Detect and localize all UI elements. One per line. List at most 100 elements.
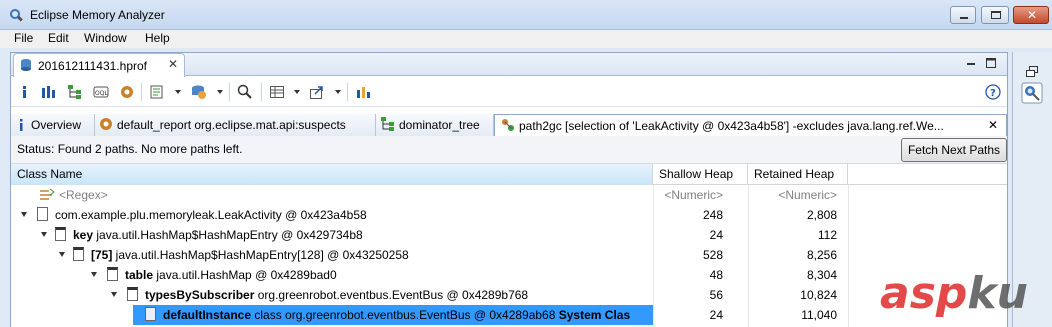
row-field-name: defaultInstance	[163, 308, 252, 322]
info-icon	[20, 119, 23, 131]
class-name-filter-input[interactable]: <Regex>	[59, 188, 108, 202]
heap-dump-editor: 201612111431.hprof ✕ OQL ? Overview defa…	[10, 52, 1008, 327]
editor-tab-strip: 201612111431.hprof ✕	[11, 53, 1007, 77]
oql-icon[interactable]: OQL	[93, 84, 109, 100]
inspector-view-icon[interactable]	[1021, 82, 1043, 104]
run-report-icon[interactable]	[149, 84, 165, 100]
row-text: java.util.HashMap @ 0x4289bad0	[153, 268, 337, 282]
dominator-tree-icon	[381, 117, 394, 131]
editor-tab-label: 201612111431.hprof	[38, 59, 147, 73]
table-row[interactable]: com.example.plu.memoryleak.LeakActivity …	[11, 205, 1007, 225]
row-retained-heap: 11,040	[801, 308, 837, 322]
result-tabs: Overview default_report org.eclipse.mat.…	[11, 114, 1007, 136]
close-tab-icon[interactable]: ✕	[168, 57, 178, 71]
object-icon	[37, 207, 48, 221]
row-shallow-heap: 24	[709, 228, 723, 242]
toolbar-separator	[141, 83, 142, 101]
tab-default-report-label: default_report org.eclipse.mat.api:suspe…	[117, 118, 346, 132]
column-header-shallow-heap[interactable]: Shallow Heap	[653, 164, 748, 185]
expand-collapse-icon[interactable]	[111, 292, 117, 297]
query-browser-icon[interactable]	[191, 84, 207, 100]
editor-tab-hprof[interactable]: 201612111431.hprof ✕	[13, 53, 185, 77]
dominator-tree-icon[interactable]	[67, 84, 83, 100]
array-object-icon	[73, 247, 84, 261]
tab-overview-label: Overview	[31, 118, 82, 132]
watermark-logo: aspku	[880, 268, 1028, 319]
row-shallow-heap: 528	[702, 248, 723, 262]
window-title: Eclipse Memory Analyzer	[30, 8, 165, 22]
field-object-icon	[127, 287, 138, 301]
info-icon[interactable]	[17, 84, 33, 100]
menu-file[interactable]: File	[14, 31, 33, 45]
group-by-icon[interactable]	[269, 84, 285, 100]
column-header-retained-heap[interactable]: Retained Heap	[748, 164, 848, 185]
search-icon[interactable]	[237, 84, 253, 100]
table-row[interactable]: key java.util.HashMap$HashMapEntry @ 0x4…	[11, 225, 1007, 245]
row-shallow-heap: 24	[709, 308, 723, 322]
row-field-name: table	[125, 268, 154, 282]
status-text: Status: Found 2 paths. No more paths lef…	[17, 142, 243, 156]
column-header-class-name[interactable]: Class Name	[11, 164, 653, 185]
settings-gear-icon[interactable]	[119, 84, 135, 100]
tab-default-report[interactable]: default_report org.eclipse.mat.api:suspe…	[95, 114, 376, 136]
expand-collapse-icon[interactable]	[59, 252, 65, 257]
tab-dominator-tree-label: dominator_tree	[399, 118, 480, 132]
run-report-dropdown-icon[interactable]	[175, 90, 181, 94]
histogram-icon[interactable]	[41, 84, 57, 100]
menu-edit[interactable]: Edit	[48, 31, 69, 45]
expand-collapse-icon[interactable]	[21, 212, 27, 217]
tab-dominator-tree[interactable]: dominator_tree	[376, 114, 494, 136]
row-shallow-heap: 56	[709, 288, 723, 302]
row-text: org.greenrobot.eventbus.EventBus @ 0x428…	[254, 288, 529, 302]
tab-path2gc[interactable]: path2gc [selection of 'LeakActivity @ 0x…	[494, 114, 1007, 136]
close-tab-icon[interactable]: ✕	[988, 118, 998, 132]
group-by-dropdown-icon[interactable]	[294, 90, 300, 94]
memory-analyzer-app-icon	[10, 9, 23, 22]
row-retained-heap: 2,808	[806, 208, 837, 222]
table-header: Class Name Shallow Heap Retained Heap	[11, 164, 1007, 185]
help-icon[interactable]: ?	[985, 84, 1001, 100]
field-object-icon	[107, 267, 118, 281]
table-row[interactable]: typesBySubscriber org.greenrobot.eventbu…	[11, 285, 1007, 305]
tab-overview[interactable]: Overview	[11, 114, 95, 136]
row-text: java.util.HashMap$HashMapEntry @ 0x42973…	[93, 228, 363, 242]
maximize-view-icon[interactable]	[985, 57, 997, 69]
menu-window[interactable]: Window	[84, 31, 127, 45]
fetch-next-paths-button[interactable]: Fetch Next Paths	[901, 138, 1007, 162]
row-retained-heap: 8,304	[806, 268, 837, 282]
toolbar-separator	[347, 83, 348, 101]
restore-view-icon[interactable]	[1025, 66, 1039, 78]
menu-bar: File Edit Window Help	[0, 30, 1052, 48]
calculate-retained-size-icon[interactable]	[355, 84, 371, 100]
retained-heap-filter-input[interactable]: <Numeric>	[778, 188, 837, 202]
title-bar: Eclipse Memory Analyzer ✕	[0, 0, 1052, 30]
row-suffix: System Clas	[558, 308, 631, 322]
expand-collapse-icon[interactable]	[41, 232, 47, 237]
table-row[interactable]: table java.util.HashMap @ 0x4289bad0 48 …	[11, 265, 1007, 285]
export-dropdown-icon[interactable]	[335, 90, 341, 94]
regex-filter-icon	[40, 188, 55, 200]
close-window-button[interactable]: ✕	[1013, 6, 1049, 24]
menu-help[interactable]: Help	[145, 31, 170, 45]
filter-row: <Regex> <Numeric> <Numeric>	[11, 185, 1007, 205]
maximize-button[interactable]	[981, 6, 1009, 24]
row-shallow-heap: 248	[702, 208, 723, 222]
report-icon	[100, 118, 112, 130]
row-retained-heap: 112	[817, 228, 837, 242]
toolbar-separator	[229, 83, 230, 101]
expand-collapse-icon[interactable]	[91, 272, 97, 277]
svg-text:OQL: OQL	[95, 90, 108, 97]
row-text: class org.greenrobot.eventbus.EventBus @…	[251, 308, 559, 322]
path-to-gc-icon	[502, 119, 514, 131]
export-icon[interactable]	[309, 84, 325, 100]
query-browser-dropdown-icon[interactable]	[217, 90, 223, 94]
minimize-button[interactable]	[950, 6, 976, 24]
row-retained-heap: 10,824	[800, 288, 837, 302]
table-row-selected[interactable]: defaultInstance class org.greenrobot.eve…	[11, 305, 1007, 325]
table-row[interactable]: [75] java.util.HashMap$HashMapEntry[128]…	[11, 245, 1007, 265]
toolbar-separator	[261, 83, 262, 101]
minimize-view-icon[interactable]	[965, 57, 977, 69]
row-field-name: [75]	[91, 248, 113, 262]
shallow-heap-filter-input[interactable]: <Numeric>	[664, 188, 723, 202]
row-retained-heap: 8,256	[806, 248, 837, 262]
